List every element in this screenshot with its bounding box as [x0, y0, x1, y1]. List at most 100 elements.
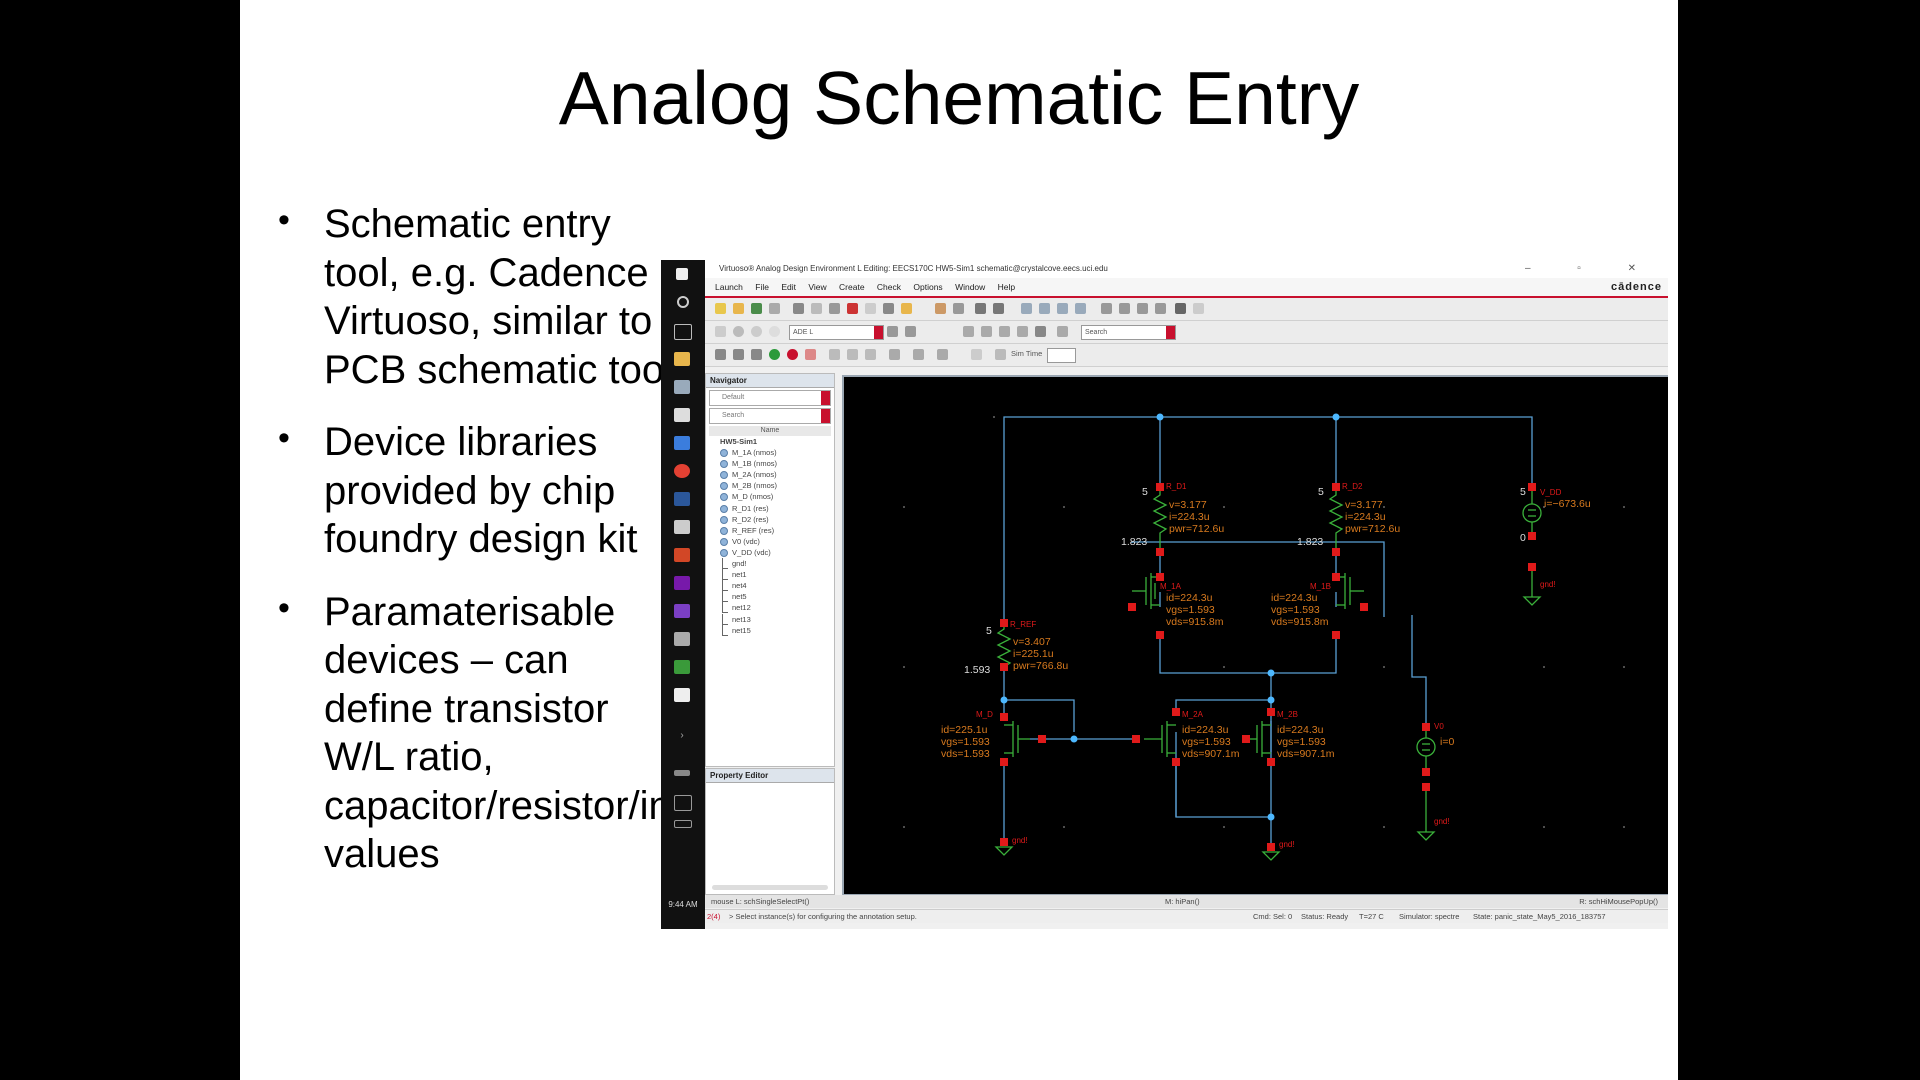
menu-file[interactable]: File [755, 282, 769, 292]
zoom-out-icon[interactable] [1039, 303, 1050, 314]
keyboard-icon[interactable] [674, 820, 692, 828]
tool-icon[interactable] [981, 326, 992, 337]
tool-icon[interactable] [733, 326, 744, 337]
property-icon[interactable] [901, 303, 912, 314]
search-icon[interactable] [677, 296, 689, 308]
chevron-down-icon[interactable] [1166, 326, 1175, 339]
tool-icon[interactable] [715, 326, 726, 337]
wire-icon[interactable] [935, 303, 946, 314]
text-icon[interactable] [1035, 326, 1046, 337]
run-simulation-icon[interactable] [769, 349, 780, 360]
app-icon[interactable] [674, 604, 690, 618]
menu-launch[interactable]: Launch [715, 282, 743, 292]
tree-instance[interactable]: R_D2 (res) [714, 514, 834, 525]
chevron-down-icon[interactable] [821, 391, 830, 405]
menu-options[interactable]: Options [913, 282, 942, 292]
undo-icon[interactable] [865, 303, 876, 314]
window-controls[interactable]: – ▫ ✕ [1525, 260, 1658, 278]
tree-instance[interactable]: M_D (nmos) [714, 491, 834, 502]
text-icon[interactable] [883, 303, 894, 314]
app-icon[interactable] [674, 436, 690, 450]
sim-time-input[interactable] [1047, 348, 1076, 363]
tool-icon[interactable] [889, 349, 900, 360]
hierarchy-icon[interactable] [1101, 303, 1112, 314]
tool-icon[interactable] [999, 326, 1010, 337]
label-icon[interactable] [993, 303, 1004, 314]
print-icon[interactable] [769, 303, 780, 314]
tool-icon[interactable] [733, 349, 744, 360]
tool-icon[interactable] [751, 326, 762, 337]
delete-icon[interactable] [847, 303, 858, 314]
chrome-icon[interactable] [674, 464, 690, 478]
tree-net[interactable]: gnd! [714, 558, 834, 570]
windows-start-icon[interactable] [676, 268, 688, 280]
file-explorer-icon[interactable] [674, 352, 690, 366]
tree-net[interactable]: net1 [714, 569, 834, 581]
menu-edit[interactable]: Edit [781, 282, 796, 292]
tree-root[interactable]: HW5-Sim1 [714, 436, 834, 447]
tool-icon[interactable] [887, 326, 898, 337]
app-icon[interactable] [674, 660, 690, 674]
new-icon[interactable] [715, 303, 726, 314]
zoom-area-icon[interactable] [1075, 303, 1086, 314]
tree-instance[interactable]: M_2B (nmos) [714, 480, 834, 491]
menu-help[interactable]: Help [998, 282, 1015, 292]
select-icon[interactable] [963, 326, 974, 337]
eye-icon[interactable] [1175, 303, 1186, 314]
notification-icon[interactable] [674, 795, 692, 811]
chevron-down-icon[interactable] [821, 409, 830, 423]
tree-net[interactable]: net4 [714, 580, 834, 592]
tool-icon[interactable] [769, 326, 780, 337]
menu-window[interactable]: Window [955, 282, 985, 292]
tree-net[interactable]: net13 [714, 613, 834, 625]
zoom-in-icon[interactable] [1021, 303, 1032, 314]
cadence-icon[interactable] [674, 688, 690, 702]
tool-icon[interactable] [971, 349, 982, 360]
chevron-down-icon[interactable] [874, 326, 883, 339]
zoom-fit-icon[interactable] [1057, 303, 1068, 314]
horizontal-scrollbar[interactable] [712, 885, 828, 890]
ascend-icon[interactable] [1137, 303, 1148, 314]
plot-icon[interactable] [805, 349, 816, 360]
tool-icon[interactable] [829, 349, 840, 360]
move-icon[interactable] [793, 303, 804, 314]
tool-icon[interactable] [905, 326, 916, 337]
onenote-icon[interactable] [674, 576, 690, 590]
navigator-search[interactable]: Search [709, 408, 831, 424]
descend-icon[interactable] [1119, 303, 1130, 314]
tree-instance[interactable]: V_DD (vdc) [714, 547, 834, 558]
tree-instance[interactable]: M_1B (nmos) [714, 458, 834, 469]
copy-icon[interactable] [811, 303, 822, 314]
menu-create[interactable]: Create [839, 282, 865, 292]
tree-instance[interactable]: R_D1 (res) [714, 503, 834, 514]
chevron-right-icon[interactable]: › [674, 730, 690, 744]
tree-instance[interactable]: V0 (vdc) [714, 536, 834, 547]
menu-view[interactable]: View [808, 282, 826, 292]
navigator-filter[interactable]: Default [709, 390, 831, 406]
task-view-icon[interactable] [674, 324, 692, 340]
menu-check[interactable]: Check [877, 282, 901, 292]
tool-icon[interactable] [913, 349, 924, 360]
open-icon[interactable] [733, 303, 744, 314]
search-field[interactable]: Search [1081, 325, 1176, 340]
stop-simulation-icon[interactable] [787, 349, 798, 360]
tool-icon[interactable] [1193, 303, 1204, 314]
tree-net[interactable]: net12 [714, 602, 834, 614]
app-icon[interactable] [674, 520, 690, 534]
network-icon[interactable] [674, 770, 690, 776]
tree-net[interactable]: net15 [714, 624, 834, 636]
ade-combo[interactable]: ADE L [789, 325, 884, 340]
tool-icon[interactable] [1057, 326, 1068, 337]
tool-icon[interactable] [847, 349, 858, 360]
tool-icon[interactable] [865, 349, 876, 360]
tool-icon[interactable] [715, 349, 726, 360]
tree-instance[interactable]: R_REF (res) [714, 525, 834, 536]
pin-icon[interactable] [953, 303, 964, 314]
app-icon[interactable] [674, 632, 690, 646]
tool-icon[interactable] [1155, 303, 1166, 314]
tool-icon[interactable] [937, 349, 948, 360]
store-icon[interactable] [674, 380, 690, 394]
tree-instance[interactable]: M_2A (nmos) [714, 469, 834, 480]
powerpoint-icon[interactable] [674, 548, 690, 562]
tool-icon[interactable] [1017, 326, 1028, 337]
